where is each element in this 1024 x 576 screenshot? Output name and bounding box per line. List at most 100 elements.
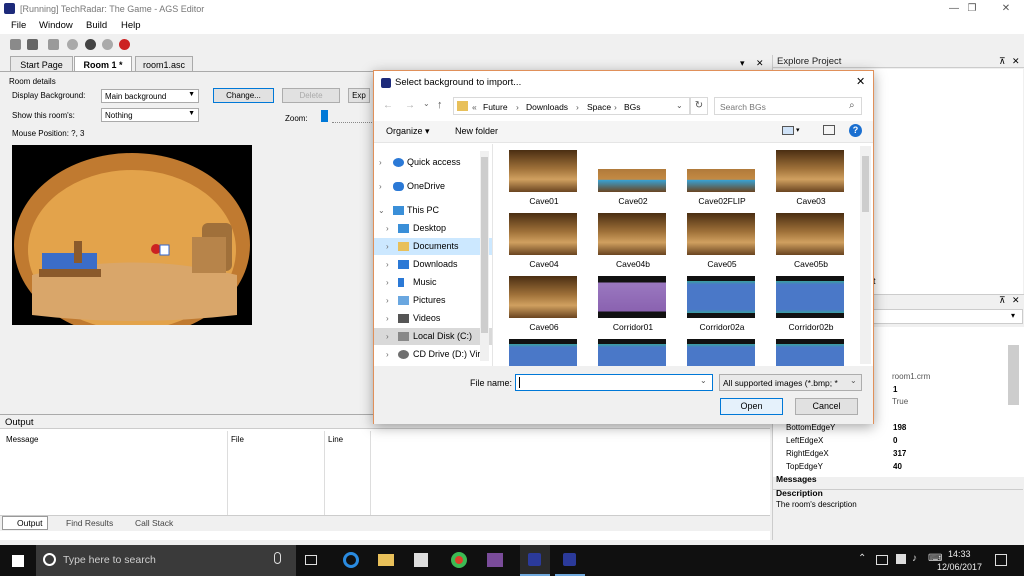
chrome-icon[interactable] bbox=[451, 552, 467, 568]
export-background-button[interactable]: Exp bbox=[348, 88, 370, 103]
file-item[interactable] bbox=[766, 339, 854, 366]
battery-icon[interactable] bbox=[896, 554, 906, 564]
action-center-icon[interactable] bbox=[995, 554, 1007, 566]
file-item[interactable]: Cave01 bbox=[499, 150, 587, 210]
breadcrumb-space[interactable]: Space bbox=[587, 102, 611, 112]
file-item[interactable]: Cave05b bbox=[766, 213, 854, 273]
tab-list-dropdown[interactable]: ▾ bbox=[740, 58, 745, 69]
tab-output[interactable]: Output bbox=[2, 516, 48, 530]
properties-close-button[interactable]: ✕ bbox=[1012, 295, 1020, 306]
tab-close-button[interactable]: ✕ bbox=[756, 58, 764, 69]
file-item[interactable]: Corridor02b bbox=[766, 276, 854, 336]
breadcrumb-overflow[interactable]: « bbox=[472, 102, 477, 112]
prop-value[interactable]: 317 bbox=[893, 449, 906, 458]
help-icon[interactable]: ? bbox=[849, 124, 862, 137]
up-arrow-icon[interactable]: ↑ bbox=[437, 99, 443, 111]
open-button[interactable]: Open bbox=[720, 398, 783, 415]
step-icon[interactable] bbox=[102, 39, 113, 50]
chevron-down-icon[interactable]: ⌄ bbox=[700, 376, 707, 385]
refresh-icon[interactable]: ↻ bbox=[690, 97, 708, 115]
column-file[interactable]: File bbox=[231, 435, 244, 444]
menu-help[interactable]: Help bbox=[121, 20, 141, 31]
file-item[interactable]: Cave03 bbox=[766, 150, 854, 210]
menu-window[interactable]: Window bbox=[39, 20, 73, 31]
photo-app-icon[interactable] bbox=[487, 553, 503, 567]
taskbar-time[interactable]: 14:33 bbox=[948, 549, 971, 559]
tab-room-1[interactable]: Room 1 * bbox=[74, 56, 132, 72]
nav-videos[interactable]: › Videos bbox=[374, 310, 492, 327]
tab-room1-asc[interactable]: room1.asc bbox=[135, 56, 193, 72]
prop-value[interactable]: 198 bbox=[893, 423, 906, 432]
chevron-up-icon[interactable]: ⌃ bbox=[858, 553, 866, 564]
nav-music[interactable]: › Music bbox=[374, 274, 492, 291]
recent-dropdown-icon[interactable]: ⌄ bbox=[423, 99, 430, 108]
nav-downloads[interactable]: › Downloads bbox=[374, 256, 492, 273]
chevron-down-icon[interactable]: ⌄ bbox=[676, 101, 683, 110]
microphone-icon[interactable] bbox=[274, 552, 281, 564]
nav-pictures[interactable]: › Pictures bbox=[374, 292, 492, 309]
address-bar[interactable]: « Future › Downloads › Space › BGs ⌄ bbox=[453, 97, 690, 115]
cancel-button[interactable]: Cancel bbox=[795, 398, 858, 415]
zoom-slider-thumb[interactable] bbox=[321, 110, 328, 122]
view-options-icon[interactable] bbox=[782, 126, 794, 135]
file-item[interactable]: Cave02 bbox=[588, 150, 676, 210]
breadcrumb-future[interactable]: Future bbox=[483, 102, 508, 112]
pin-icon[interactable]: ⊼ bbox=[999, 295, 1006, 306]
tab-call-stack[interactable]: Call Stack bbox=[135, 518, 173, 528]
taskbar-date[interactable]: 12/06/2017 bbox=[937, 562, 982, 572]
tab-start-page[interactable]: Start Page bbox=[10, 56, 73, 72]
nav-quick-access[interactable]: › Quick access bbox=[374, 154, 492, 171]
preview-pane-icon[interactable] bbox=[823, 125, 835, 135]
file-item[interactable]: Corridor01 bbox=[588, 276, 676, 336]
open-icon[interactable] bbox=[10, 39, 21, 50]
nav-desktop[interactable]: › Desktop bbox=[374, 220, 492, 237]
menu-file[interactable]: File bbox=[11, 20, 26, 31]
prop-section-messages[interactable]: Messages bbox=[776, 474, 817, 484]
file-item[interactable] bbox=[677, 339, 765, 366]
nav-cd-drive[interactable]: › CD Drive (D:) Vir bbox=[374, 346, 492, 363]
nav-this-pc[interactable]: ⌄ This PC bbox=[374, 202, 492, 219]
task-view-icon[interactable] bbox=[305, 555, 317, 565]
file-grid-scrollbar[interactable] bbox=[860, 146, 871, 364]
pause-icon[interactable] bbox=[85, 39, 96, 50]
file-item[interactable]: Cave02FLIP bbox=[677, 150, 765, 210]
taskbar-search-box[interactable]: Type here to search bbox=[36, 545, 296, 576]
stop-icon[interactable] bbox=[119, 39, 130, 50]
file-type-select[interactable]: All supported images (*.bmp; * ⌄ bbox=[719, 374, 862, 391]
chevron-down-icon[interactable]: ▾ bbox=[796, 126, 800, 134]
nav-local-disk[interactable]: › Local Disk (C:) bbox=[374, 328, 492, 345]
nav-onedrive[interactable]: › OneDrive bbox=[374, 178, 492, 195]
file-item[interactable]: Cave04 bbox=[499, 213, 587, 273]
edge-icon[interactable] bbox=[343, 552, 359, 568]
explore-close-button[interactable]: ✕ bbox=[1012, 56, 1020, 67]
file-item[interactable]: Corridor02a bbox=[677, 276, 765, 336]
store-icon[interactable] bbox=[414, 553, 428, 567]
maximize-button[interactable]: ❐ bbox=[958, 0, 986, 18]
file-item[interactable]: Cave05 bbox=[677, 213, 765, 273]
delete-background-button[interactable]: Delete bbox=[282, 88, 340, 103]
pin-icon[interactable]: ⊼ bbox=[999, 56, 1006, 67]
prop-value[interactable]: 0 bbox=[893, 436, 897, 445]
file-item[interactable]: Cave04b bbox=[588, 213, 676, 273]
breadcrumb-downloads[interactable]: Downloads bbox=[526, 102, 568, 112]
save-icon[interactable] bbox=[27, 39, 38, 50]
network-icon[interactable] bbox=[876, 555, 888, 565]
column-line[interactable]: Line bbox=[328, 435, 343, 444]
nav-documents[interactable]: › Documents bbox=[374, 238, 492, 255]
new-folder-button[interactable]: New folder bbox=[455, 126, 498, 136]
volume-icon[interactable]: ♪ bbox=[912, 553, 917, 564]
ags-taskbar-button[interactable] bbox=[520, 545, 550, 576]
file-item[interactable]: Cave06 bbox=[499, 276, 587, 336]
run-icon[interactable] bbox=[67, 39, 78, 50]
back-arrow-icon[interactable]: ← bbox=[383, 100, 393, 111]
breadcrumb-bgs[interactable]: BGs bbox=[624, 102, 641, 112]
room-background-preview[interactable] bbox=[12, 145, 252, 337]
change-background-button[interactable]: Change... bbox=[213, 88, 274, 103]
zoom-slider-track[interactable] bbox=[332, 122, 372, 123]
file-name-input[interactable]: ⌄ bbox=[515, 374, 713, 391]
start-button[interactable] bbox=[12, 555, 24, 567]
close-button[interactable]: ✕ bbox=[992, 0, 1020, 18]
dialog-close-button[interactable]: ✕ bbox=[856, 75, 865, 88]
prop-value[interactable]: 40 bbox=[893, 462, 902, 471]
organize-button[interactable]: Organize ▾ bbox=[386, 126, 430, 137]
